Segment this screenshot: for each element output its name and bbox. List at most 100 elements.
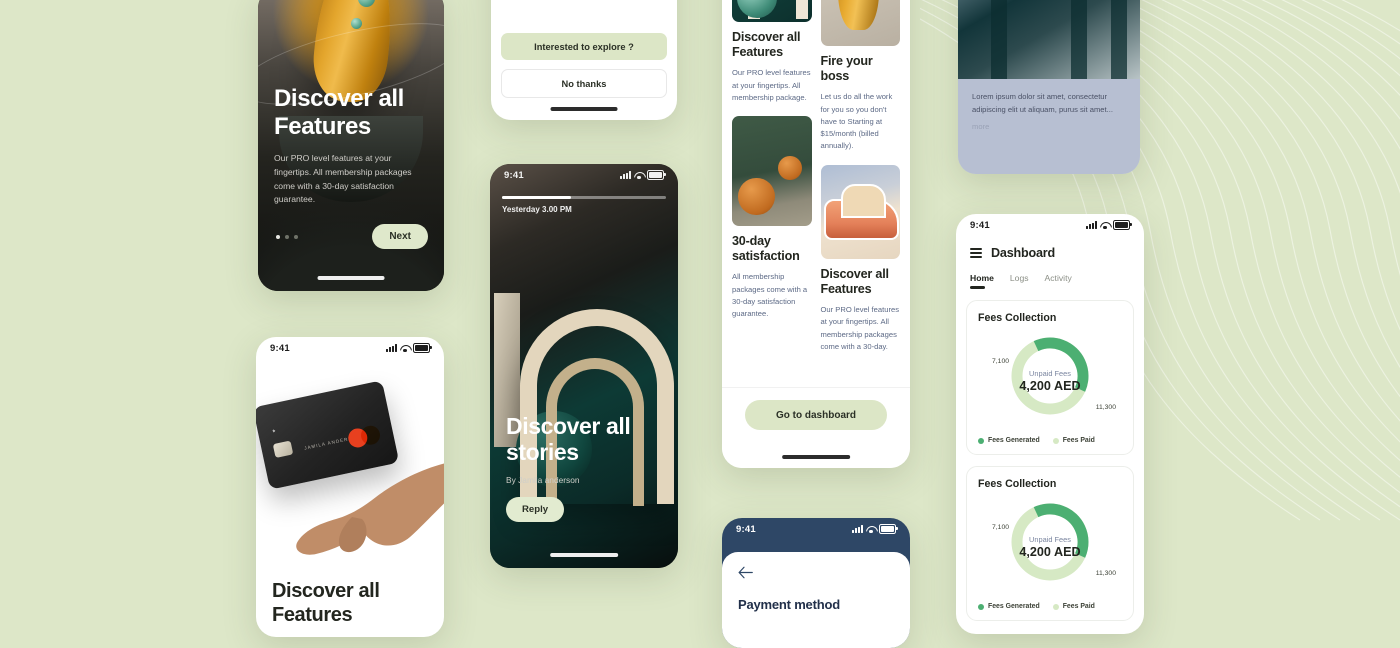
- legend-label: Fees Paid: [1062, 603, 1095, 610]
- feature-title: Discover all Features: [820, 266, 890, 296]
- bottom-sheet-card: Interested to explore ? No thanks: [491, 0, 677, 120]
- feature-column-left: Discover all Features Our PRO level feat…: [732, 0, 812, 365]
- interested-to-explore-button[interactable]: Interested to explore ?: [501, 33, 667, 60]
- signal-icon: [852, 525, 863, 533]
- status-time: 9:41: [970, 219, 990, 231]
- feature-grid-scroll[interactable]: Discover all Features Our PRO level feat…: [722, 0, 910, 400]
- read-more-link[interactable]: more: [972, 122, 989, 131]
- contactless-icon: ⋆: [269, 425, 278, 437]
- credit-card-hero-image: ⋆ JAMILA ANDERSON: [256, 359, 444, 559]
- hamburger-menu-icon[interactable]: [970, 248, 982, 258]
- credit-card-footer: Discover all Features: [256, 579, 444, 637]
- fees-collection-panel: Fees Collection 7,100 11,300 Unpaid Fees…: [966, 300, 1134, 455]
- credit-card-screen: 9:41 ⋆ JAMILA ANDERSON Discover all Feat…: [256, 337, 444, 637]
- feature-thumbnail-car[interactable]: [820, 164, 900, 259]
- decorative-bead: [351, 18, 362, 29]
- status-icons: [1086, 220, 1132, 230]
- legend-label: Fees Generated: [988, 603, 1040, 610]
- legend-label: Fees Generated: [988, 437, 1040, 444]
- battery-icon: [647, 170, 666, 180]
- feature-thumbnail-arch[interactable]: [732, 0, 812, 22]
- page-title: Dashboard: [991, 246, 1055, 260]
- donut-legend-2: Fees Generated Fees Paid: [978, 603, 1122, 610]
- home-indicator: [550, 553, 618, 557]
- onboarding-copy: Discover all Features Our PRO level feat…: [258, 85, 444, 207]
- onboarding-title: Discover all Features: [274, 85, 404, 140]
- credit-title: Discover all Features: [272, 580, 380, 626]
- signal-icon: [386, 344, 397, 352]
- dashboard-header: Dashboard Home Logs Activity: [956, 246, 1144, 289]
- donut-center-label: Unpaid Fees: [1029, 534, 1071, 544]
- legend-fees-paid: Fees Paid: [1052, 437, 1095, 444]
- home-indicator: [782, 455, 850, 459]
- tab-activity[interactable]: Activity: [1045, 273, 1072, 289]
- stories-copy: Discover all stories By Jamila anderson …: [490, 413, 678, 522]
- fees-donut-chart: 7,100 11,300 Unpaid Fees 4,200 AED: [978, 328, 1122, 433]
- dashboard-tabs: Home Logs Activity: [970, 273, 1130, 289]
- battery-icon: [879, 524, 898, 534]
- go-to-dashboard-button[interactable]: Go to dashboard: [745, 400, 887, 430]
- status-time: 9:41: [270, 342, 290, 354]
- signal-icon: [620, 171, 631, 179]
- status-icons: [386, 343, 432, 353]
- onboarding-next-button[interactable]: Next: [372, 224, 428, 249]
- payment-title: Payment method: [738, 597, 840, 612]
- onboarding-page-dots[interactable]: [276, 235, 298, 239]
- feature-column-right: Fire your boss Let us do all the work fo…: [820, 0, 900, 365]
- fees-donut-chart-2: 7,100 11,300 Unpaid Fees 4,200 AED: [978, 494, 1122, 599]
- payment-method-card: 9:41 Payment method: [722, 518, 910, 648]
- story-progress-bar[interactable]: [502, 196, 666, 199]
- onboarding-phone-card: Discover all Features Our PRO level feat…: [258, 0, 444, 291]
- page-dot[interactable]: [294, 235, 298, 239]
- battery-icon: [413, 343, 432, 353]
- status-icons: [620, 170, 666, 180]
- status-bar: 9:41: [956, 214, 1144, 236]
- story-caption-text: Lorem ipsum dolor sit amet, consectetur …: [972, 92, 1113, 114]
- donut-left-label: 7,100: [992, 358, 1010, 365]
- arrow-left-icon[interactable]: [738, 566, 753, 579]
- legend-fees-generated: Fees Generated: [978, 437, 1040, 444]
- tab-home[interactable]: Home: [970, 273, 994, 289]
- legend-label: Fees Paid: [1062, 437, 1095, 444]
- reply-button[interactable]: Reply: [506, 497, 565, 522]
- stories-author: By Jamila anderson: [506, 475, 580, 485]
- status-icons: [852, 524, 898, 534]
- feature-body: Our PRO level features at your fingertip…: [732, 68, 811, 102]
- feature-thumbnail-orange[interactable]: [820, 0, 900, 46]
- feature-body: All membership packages come with a 30-d…: [732, 272, 808, 319]
- feature-thumbnail-pumpkin[interactable]: [732, 116, 812, 227]
- mastercard-logo-icon: [346, 423, 382, 450]
- page-dot[interactable]: [285, 235, 289, 239]
- donut-center-value: 4,200 AED: [1019, 544, 1081, 559]
- wifi-icon: [1100, 221, 1110, 229]
- feature-masonry: Discover all Features Our PRO level feat…: [732, 0, 900, 365]
- status-bar: 9:41: [256, 337, 444, 359]
- home-indicator: [550, 107, 618, 111]
- story-caption: Lorem ipsum dolor sit amet, consectetur …: [958, 79, 1140, 174]
- panel-title: Fees Collection: [978, 478, 1057, 490]
- showcase-canvas: Discover all Features Our PRO level feat…: [0, 0, 1400, 648]
- donut-right-label: 11,300: [1095, 570, 1116, 577]
- fees-collection-panel-2: Fees Collection 7,100 11,300 Unpaid Fees…: [966, 466, 1134, 621]
- legend-fees-generated: Fees Generated: [978, 603, 1040, 610]
- feature-title: 30-day satisfaction: [732, 234, 800, 264]
- status-bar: 9:41: [722, 518, 910, 540]
- donut-right-label: 11,300: [1095, 404, 1116, 411]
- hand-illustration: [296, 463, 444, 555]
- signal-icon: [1086, 221, 1097, 229]
- story-timestamp: Yesterday 3.00 PM: [502, 205, 572, 214]
- legend-fees-paid: Fees Paid: [1052, 603, 1095, 610]
- tab-logs[interactable]: Logs: [1010, 273, 1029, 289]
- story-photo: ♥: [958, 0, 1140, 79]
- status-time: 9:41: [504, 169, 524, 181]
- no-thanks-button[interactable]: No thanks: [501, 69, 667, 98]
- panel-title: Fees Collection: [978, 312, 1057, 324]
- feature-grid-card: Discover all Features Our PRO level feat…: [722, 0, 910, 468]
- donut-center: Unpaid Fees 4,200 AED: [1004, 535, 1096, 559]
- status-bar: 9:41: [490, 164, 678, 186]
- home-indicator: [317, 276, 385, 280]
- page-dot-active[interactable]: [276, 235, 280, 239]
- wifi-icon: [400, 344, 410, 352]
- stories-card: 9:41 Yesterday 3.00 PM Discover all stor…: [490, 164, 678, 568]
- dashboard-card: 9:41 Dashboard Home Logs Activity Fees C…: [956, 214, 1144, 634]
